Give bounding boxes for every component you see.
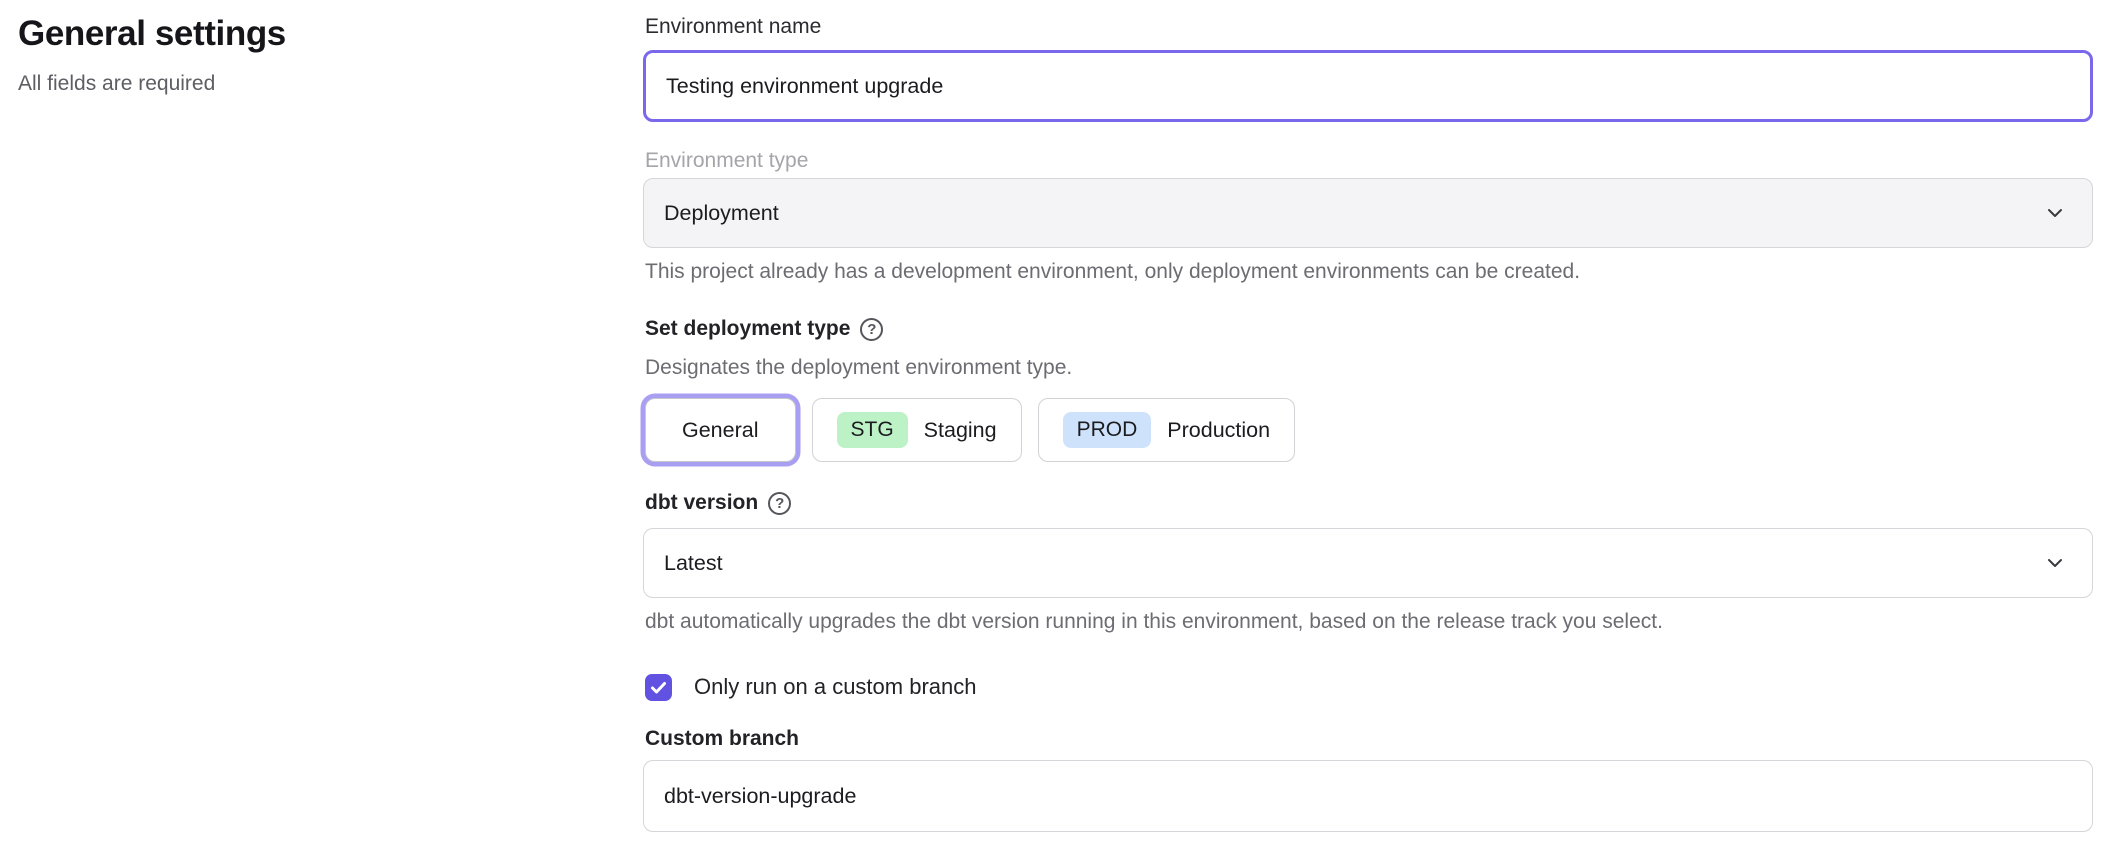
deployment-type-description: Designates the deployment environment ty… — [645, 354, 1072, 382]
deployment-type-options: General STG Staging PROD Production — [645, 398, 1295, 462]
custom-branch-checkbox[interactable] — [645, 674, 672, 701]
checkmark-icon — [650, 679, 667, 696]
page-title: General settings — [18, 10, 578, 58]
general-button-label: General — [682, 418, 759, 443]
environment-name-label: Environment name — [645, 12, 821, 42]
custom-branch-label-text: Custom branch — [645, 724, 799, 754]
stg-badge: STG — [837, 412, 908, 448]
deployment-type-label-text: Set deployment type — [645, 314, 850, 344]
dbt-version-value: Latest — [664, 551, 2044, 576]
deployment-type-production-button[interactable]: PROD Production — [1038, 398, 1295, 462]
staging-button-label: Staging — [924, 418, 997, 443]
dbt-version-helper: dbt automatically upgrades the dbt versi… — [645, 608, 1663, 636]
deployment-type-staging-button[interactable]: STG Staging — [812, 398, 1022, 462]
dbt-version-select[interactable]: Latest — [643, 528, 2093, 598]
deployment-type-label: Set deployment type ? — [645, 314, 883, 344]
custom-branch-toggle-label[interactable]: Only run on a custom branch — [694, 674, 976, 700]
deployment-type-general-button[interactable]: General — [645, 398, 796, 462]
environment-type-helper: This project already has a development e… — [645, 258, 1580, 286]
settings-summary-panel: General settings All fields are required — [18, 10, 578, 98]
general-settings-form: Environment name Environment type Deploy… — [643, 0, 2093, 864]
environment-type-select: Deployment — [643, 178, 2093, 248]
help-icon[interactable]: ? — [768, 492, 791, 515]
prod-badge: PROD — [1063, 412, 1152, 448]
chevron-down-icon — [2044, 552, 2066, 574]
environment-type-label: Environment type — [645, 146, 808, 176]
custom-branch-toggle-row: Only run on a custom branch — [645, 670, 976, 704]
production-button-label: Production — [1167, 418, 1270, 443]
custom-branch-label: Custom branch — [645, 724, 799, 754]
environment-type-value: Deployment — [664, 201, 2044, 226]
chevron-down-icon — [2044, 202, 2066, 224]
help-icon[interactable]: ? — [860, 318, 883, 341]
environment-name-label-text: Environment name — [645, 12, 821, 42]
custom-branch-input[interactable] — [643, 760, 2093, 832]
environment-type-label-text: Environment type — [645, 146, 808, 176]
dbt-version-label: dbt version ? — [645, 488, 791, 518]
environment-name-input[interactable] — [643, 50, 2093, 122]
environment-settings-page: General settings All fields are required… — [0, 0, 2116, 864]
page-subtitle: All fields are required — [18, 70, 578, 98]
dbt-version-label-text: dbt version — [645, 488, 758, 518]
